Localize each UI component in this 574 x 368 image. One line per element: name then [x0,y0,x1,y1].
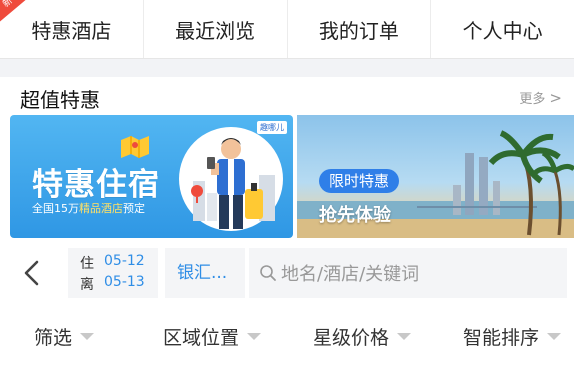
checkin-label: 住 [80,256,94,272]
more-label: 更多 [519,92,546,107]
map-flag-icon [121,136,149,158]
deals-section-header: 超值特惠 更多 > [0,77,574,115]
promo-subtitle-prefix: 全国15万 [32,202,79,215]
city-selector[interactable]: 银汇... [165,248,245,298]
promo-subtitle-highlight: 精品酒店 [79,202,123,215]
dropdown-caret-icon [547,332,562,340]
promo-title: 特惠住宿 [32,167,160,203]
date-picker[interactable]: 住 05-12 离 05-13 [68,248,158,298]
dropdown-caret-icon [247,332,262,340]
filter-all[interactable]: 筛选 [34,312,95,360]
nav-tab-label: 特惠酒店 [31,18,112,43]
dropdown-caret-icon [80,332,95,340]
search-row: 住 05-12 离 05-13 银汇... 地名/酒店/关键词 [0,248,574,298]
filter-label: 区域位置 [163,326,240,349]
nav-tab-label: 我的订单 [318,18,399,43]
nav-tab-label: 个人中心 [462,18,543,43]
promo-banner-flash-sale[interactable]: 限时特惠 抢先体验 [297,115,574,238]
nav-tab-label: 最近浏览 [175,18,256,43]
checkout-row: 离 05-13 [80,274,145,294]
dropdown-caret-icon [397,332,412,340]
filter-label: 星级价格 [313,326,390,349]
section-divider [0,59,574,77]
early-access-text: 抢先体验 [319,205,391,226]
filter-label: 智能排序 [463,326,540,349]
filter-bar: 筛选 区域位置 星级价格 智能排序 [0,312,574,360]
checkin-row: 住 05-12 [80,253,145,273]
chevron-right-icon: > [549,88,562,107]
nav-tab-recent[interactable]: 最近浏览 [144,0,288,58]
checkin-date: 05-12 [104,253,145,269]
nav-tab-orders[interactable]: 我的订单 [288,0,432,58]
flash-sale-badge: 限时特惠 [319,169,400,193]
section-title: 超值特惠 [20,88,100,112]
brand-logo: 趣哪儿 [257,121,287,134]
search-placeholder: 地名/酒店/关键词 [281,264,420,285]
checkout-label: 离 [80,277,94,293]
top-nav: 新 特惠酒店 最近浏览 我的订单 个人中心 [0,0,574,59]
search-input[interactable]: 地名/酒店/关键词 [249,248,567,298]
search-icon [260,265,276,281]
checkout-date: 05-13 [104,274,145,290]
filter-sort[interactable]: 智能排序 [463,312,562,360]
filter-star-price[interactable]: 星级价格 [313,312,412,360]
promo-subtitle: 全国15万精品酒店预定 [32,200,145,216]
nav-tab-deals[interactable]: 新 特惠酒店 [0,0,144,58]
back-arrow-icon[interactable] [20,258,44,288]
filter-label: 筛选 [34,326,73,349]
promo-banner-hotel-deals[interactable]: 特惠住宿 全国15万精品酒店预定 趣哪儿 [10,115,293,238]
traveler-illustration [179,127,283,231]
promo-subtitle-suffix: 预定 [123,202,145,215]
more-link[interactable]: 更多 > [519,88,562,108]
nav-tab-profile[interactable]: 个人中心 [431,0,574,58]
filter-area[interactable]: 区域位置 [163,312,262,360]
